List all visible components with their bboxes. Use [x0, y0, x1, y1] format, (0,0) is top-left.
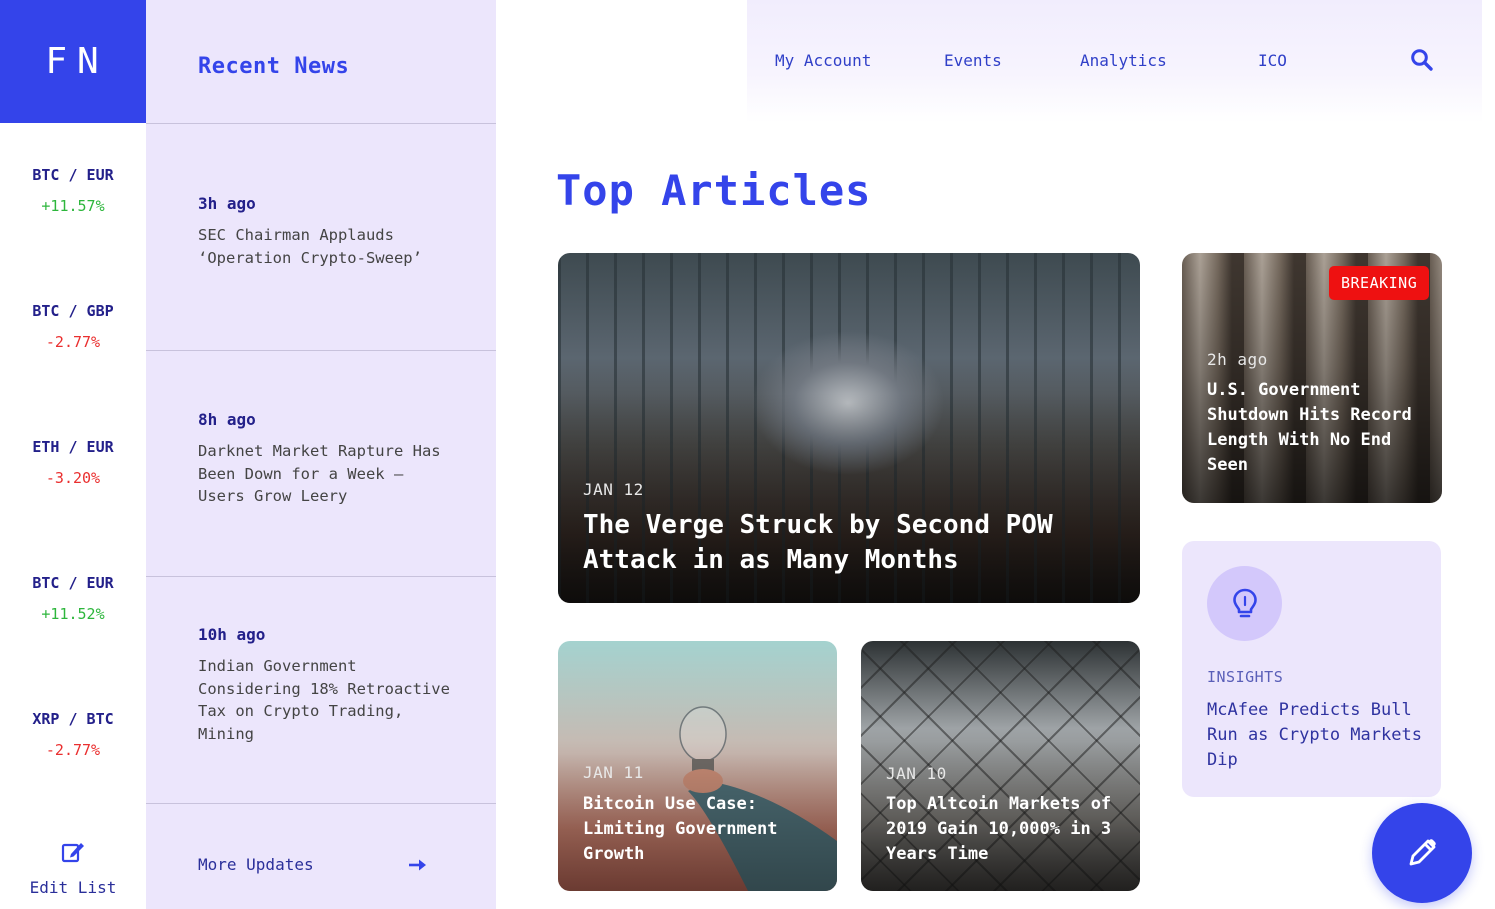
breaking-article-card[interactable]: BREAKING 2h ago U.S. Government Shutdown… [1182, 253, 1442, 503]
recent-news-panel: Recent News 3h ago SEC Chairman Applauds… [146, 0, 496, 909]
compose-button[interactable] [1372, 803, 1472, 903]
logo[interactable]: FN [0, 0, 146, 123]
arrow-right-icon [409, 859, 426, 870]
ticker-pair: BTC / EUR [32, 166, 114, 184]
insight-icon-badge [1207, 566, 1282, 641]
page-title: Top Articles [556, 166, 872, 215]
ticker-change: -3.20% [45, 469, 101, 487]
ticker-sidebar: FN BTC / EUR +11.57% BTC / GBP -2.77% ET… [0, 0, 146, 909]
search-icon[interactable] [1410, 48, 1434, 72]
nav-ico[interactable]: ICO [1258, 51, 1287, 70]
insight-label: INSIGHTS [1207, 668, 1284, 686]
article-card[interactable]: JAN 11 Bitcoin Use Case: Limiting Govern… [558, 641, 837, 891]
featured-article-card[interactable]: JAN 12 The Verge Struck by Second POW At… [558, 253, 1140, 603]
news-item[interactable]: 8h ago Darknet Market Rapture Has Been D… [198, 410, 458, 508]
ticker-change: +11.57% [41, 197, 105, 215]
article-date: JAN 11 [583, 763, 644, 782]
ticker-item[interactable]: XRP / BTC -2.77% [0, 710, 146, 759]
article-date: JAN 12 [583, 480, 644, 499]
news-time: 3h ago [198, 194, 256, 213]
news-time: 8h ago [198, 410, 256, 429]
nav-events[interactable]: Events [944, 51, 1002, 70]
ticker-item[interactable]: BTC / GBP -2.77% [0, 302, 146, 351]
ticker-change: -2.77% [45, 741, 101, 759]
news-headline: SEC Chairman Applauds ‘Operation Crypto-… [198, 226, 422, 267]
article-title: Top Altcoin Markets of 2019 Gain 10,000%… [886, 794, 1112, 864]
lightbulb-icon [1232, 588, 1257, 617]
breaking-badge: BREAKING [1329, 266, 1430, 300]
article-card[interactable]: JAN 10 Top Altcoin Markets of 2019 Gain … [861, 641, 1140, 891]
ticker-item[interactable]: BTC / EUR +11.52% [0, 574, 146, 623]
ticker-pair: BTC / EUR [32, 574, 114, 592]
article-title: U.S. Government Shutdown Hits Record Len… [1207, 380, 1412, 475]
ticker-pair: XRP / BTC [32, 710, 114, 728]
nav-analytics[interactable]: Analytics [1080, 51, 1167, 70]
article-time: 2h ago [1207, 350, 1268, 369]
article-title: The Verge Struck by Second POW Attack in… [583, 510, 1053, 575]
news-item[interactable]: 3h ago SEC Chairman Applauds ‘Operation … [198, 194, 458, 269]
edit-list-icon [61, 843, 84, 863]
pencil-icon [1409, 839, 1436, 866]
divider [146, 123, 496, 124]
ticker-pair: ETH / EUR [32, 438, 114, 456]
insight-title: McAfee Predicts Bull Run as Crypto Marke… [1207, 700, 1422, 770]
ticker-pair: BTC / GBP [32, 302, 114, 320]
insight-card[interactable]: INSIGHTS McAfee Predicts Bull Run as Cry… [1182, 541, 1441, 797]
divider [146, 576, 496, 577]
ticker-item[interactable]: ETH / EUR -3.20% [0, 438, 146, 487]
ticker-change: -2.77% [45, 333, 101, 351]
divider [146, 803, 496, 804]
ticker-change: +11.52% [41, 605, 105, 623]
divider [146, 350, 496, 351]
edit-list-label: Edit List [29, 878, 117, 897]
news-item[interactable]: 10h ago Indian Government Considering 18… [198, 625, 458, 745]
news-headline: Indian Government Considering 18% Retroa… [198, 657, 450, 743]
recent-news-title: Recent News [198, 54, 350, 79]
article-date: JAN 10 [886, 764, 947, 783]
more-updates-label: More Updates [198, 855, 314, 874]
more-updates-link[interactable]: More Updates [198, 855, 428, 874]
news-headline: Darknet Market Rapture Has Been Down for… [198, 442, 441, 505]
ticker-item[interactable]: BTC / EUR +11.57% [0, 166, 146, 215]
news-time: 10h ago [198, 625, 266, 644]
nav-my-account[interactable]: My Account [775, 51, 871, 70]
edit-list-button[interactable]: Edit List [0, 840, 146, 897]
article-title: Bitcoin Use Case: Limiting Government Gr… [583, 794, 778, 864]
